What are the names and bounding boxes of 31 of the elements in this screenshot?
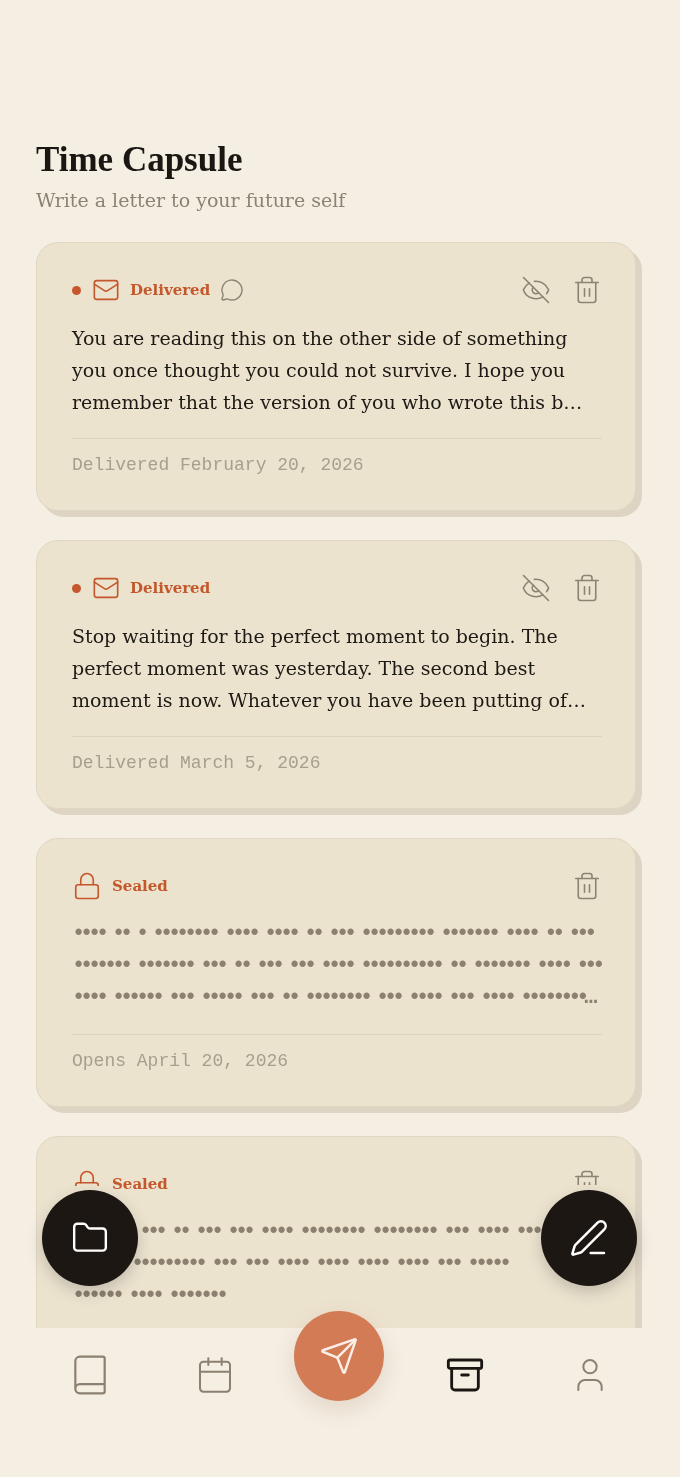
letter-preview: You are reading this on the other side of something you once thought you could not survive. I hope you remember that the version of you who wrote this b…: [72, 326, 584, 415]
status-label: Sealed: [112, 1174, 168, 1195]
trash-icon: [572, 1169, 602, 1185]
date-label: Opens April 20, 2026: [72, 1050, 290, 1073]
eye-off-icon: [521, 275, 551, 305]
delete-button[interactable]: [572, 275, 602, 305]
status-label: Delivered: [130, 280, 211, 301]
trash-icon: [572, 871, 602, 901]
hide-button[interactable]: [521, 275, 551, 305]
hidden-text-line: •••••• •••• •••••••: [72, 1282, 225, 1310]
date-label: Delivered February 20, 2026: [72, 454, 365, 477]
status-label: Sealed: [112, 876, 168, 897]
page-title: Time Capsule: [36, 140, 244, 180]
date-label: Delivered March 5, 2026: [72, 752, 322, 775]
hide-button[interactable]: [521, 573, 551, 603]
delete-button[interactable]: [572, 1169, 602, 1185]
eye-off-icon: [521, 573, 551, 603]
lock-icon: [72, 1170, 102, 1186]
page-subtitle: Write a letter to your future self: [36, 188, 348, 213]
delete-button[interactable]: [572, 871, 602, 901]
lock-icon: [72, 871, 102, 901]
delete-button[interactable]: [572, 573, 602, 603]
hidden-letter-text: •••• •• • •••••••• •••• •••• •• ••• ••••••••• ••••••• •••• •• ••• ••••••• ••••••• ••• •• ••• ••• •••• •••••••••• •• ••••••• •••• ••• •••• •••••• ••• ••••• ••• •• •••••••• ••• •••• ••• •••• ••••••••…: [72, 920, 602, 1012]
hidden-text-line: ••• •• ••• ••• •••• •••••••• •••••••• ••• •••• •••: [139, 1218, 540, 1246]
status-label: Delivered: [130, 578, 211, 599]
paper-plane-icon: [319, 1336, 359, 1376]
trash-icon: [572, 573, 602, 603]
hidden-text-line: ••••••••• ••• ••• •••• •••• •••• •••• ••• •••••: [131, 1250, 508, 1278]
trash-icon: [572, 275, 602, 305]
letter-preview: Stop waiting for the perfect moment to begin. The perfect moment was yesterday. The second best moment is now. Whatever you have been putting of…: [72, 624, 587, 713]
pencil-icon: [569, 1218, 609, 1258]
